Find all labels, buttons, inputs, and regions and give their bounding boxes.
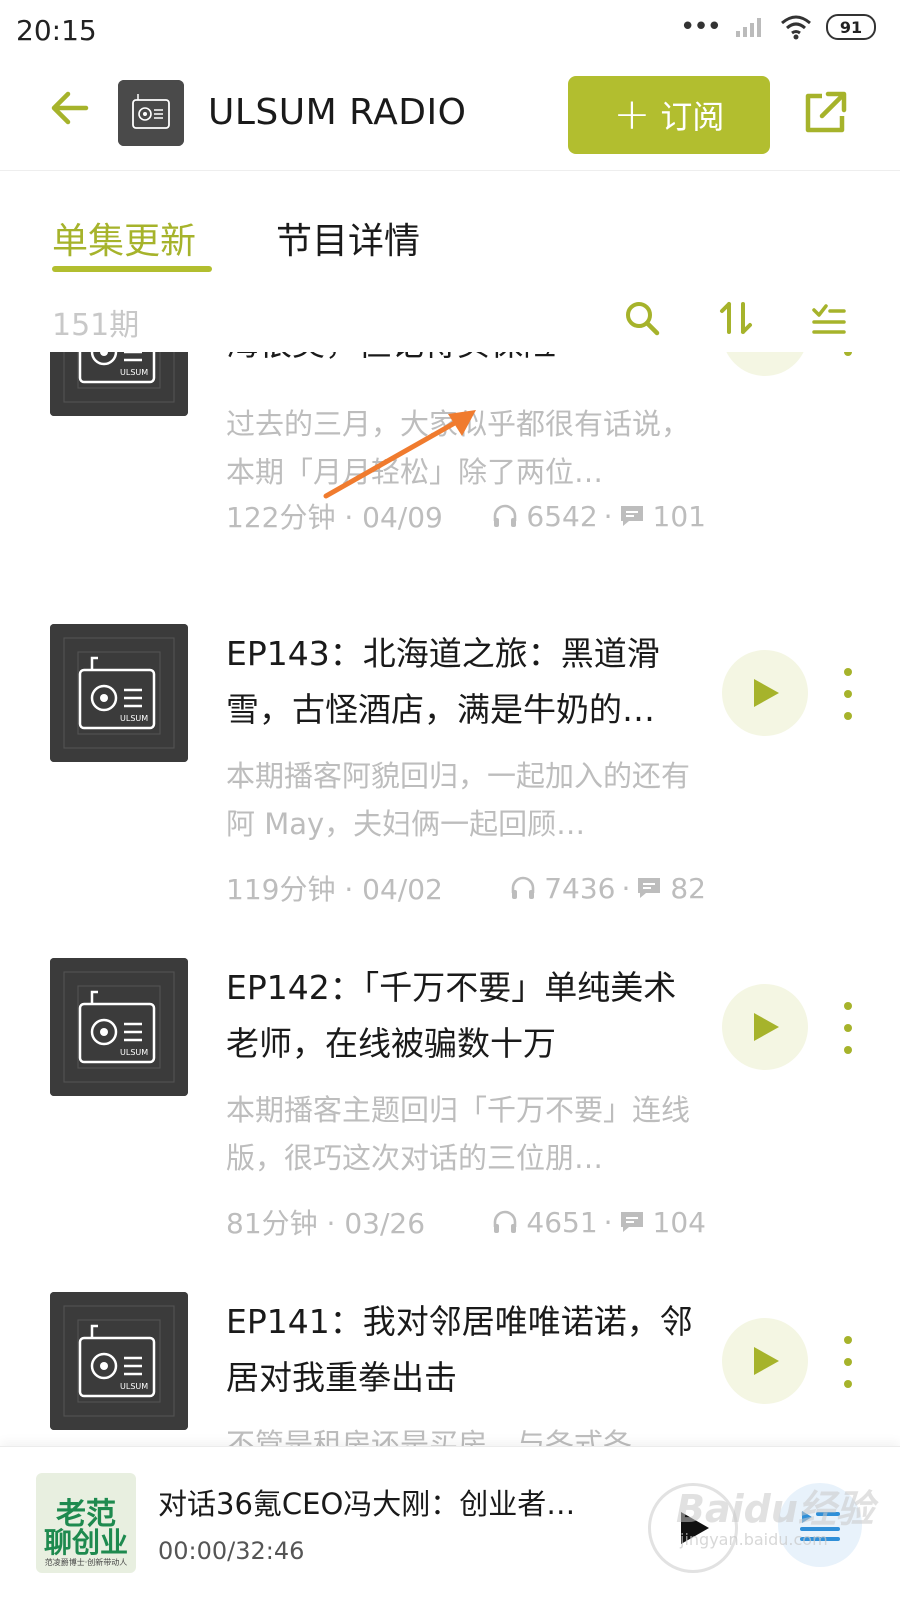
episode-title: 海很美，但记得买保险 <box>226 352 696 372</box>
tab-bar: 单集更新 节目详情 <box>0 170 900 280</box>
more-dots-icon: ••• <box>679 12 722 42</box>
status-bar: 20:15 ••• 91 <box>0 0 900 62</box>
battery-indicator: 91 <box>826 14 876 40</box>
episode-item[interactable]: ULSUM EP141：我对邻居唯唯诺诺，邻居对我重拳出击 不管是租房还是买房，… <box>0 1292 900 1446</box>
app-header: ULSUM RADIO + 订阅 <box>0 62 900 171</box>
episode-meta: 122分钟 · 04/09 6542 · 101 <box>226 496 706 536</box>
episode-description: 本期播客主题回归「千万不要」连线版，很巧这次对话的三位朋… <box>226 1093 691 1175</box>
share-external-icon[interactable] <box>800 88 850 138</box>
radio-icon: ULSUM <box>50 624 188 762</box>
wifi-icon <box>781 15 811 40</box>
tab-episodes[interactable]: 单集更新 <box>52 212 196 264</box>
radio-icon <box>118 80 184 146</box>
list-filter-icon[interactable] <box>808 298 848 338</box>
play-icon <box>754 679 779 707</box>
player-cover-caption: 范凌爵博士·创新带动人 <box>44 1558 128 1567</box>
episode-play-button[interactable] <box>722 1318 808 1404</box>
episode-duration-date: 81分钟 · 03/26 <box>226 1207 426 1240</box>
episode-comments: 101 <box>652 499 706 533</box>
episode-duration-date: 119分钟 · 04/02 <box>226 873 443 906</box>
comment-icon <box>620 506 643 526</box>
sort-icon[interactable] <box>716 298 756 338</box>
episode-count: 151期 <box>52 308 140 343</box>
search-icon[interactable] <box>622 298 662 338</box>
more-vertical-icon[interactable] <box>838 1336 858 1388</box>
svg-text:ULSUM: ULSUM <box>120 1048 148 1057</box>
episode-duration-date: 122分钟 · 04/09 <box>226 501 443 534</box>
episode-comments: 82 <box>670 871 706 905</box>
headphone-icon <box>511 876 535 899</box>
headphone-icon <box>494 504 517 527</box>
more-vertical-icon[interactable] <box>838 1002 858 1054</box>
play-icon <box>754 1347 779 1375</box>
play-icon <box>754 1013 779 1041</box>
radio-icon: ULSUM <box>50 958 188 1096</box>
svg-text:ULSUM: ULSUM <box>120 1382 148 1391</box>
episode-cover: ULSUM <box>50 352 188 416</box>
radio-icon: ULSUM <box>50 1292 188 1430</box>
episode-cover: ULSUM <box>50 1292 188 1430</box>
episode-cover: ULSUM <box>50 624 188 762</box>
podcast-title: ULSUM RADIO <box>208 92 467 133</box>
tab-active-indicator <box>52 266 212 272</box>
episode-plays: 4651 <box>526 1205 598 1239</box>
comment-icon <box>638 878 661 898</box>
radio-icon: ULSUM <box>50 352 188 416</box>
episode-list: ULSUM 海很美，但记得买保险 过去的三月，大家似乎都很有话说，本期「月月轻松… <box>0 352 900 1446</box>
signal-icon <box>736 18 761 37</box>
episode-item[interactable]: ULSUM 海很美，但记得买保险 过去的三月，大家似乎都很有话说，本期「月月轻松… <box>0 352 900 668</box>
svg-text:ULSUM: ULSUM <box>120 714 148 723</box>
episode-item[interactable]: ULSUM EP143：北海道之旅：黑道滑雪，古怪酒店，满是牛奶的… 本期播客阿… <box>0 624 900 964</box>
episode-title: EP142：「千万不要」单纯美术老师，在线被骗数十万 <box>226 968 677 1063</box>
svg-text:ULSUM: ULSUM <box>120 368 148 377</box>
more-vertical-icon[interactable] <box>838 668 858 720</box>
episode-plays: 6542 <box>526 499 598 533</box>
episode-toolbar: 151期 <box>0 290 900 350</box>
player-time: 00:00/32:46 <box>158 1537 305 1565</box>
episode-cover: ULSUM <box>50 958 188 1096</box>
subscribe-label: 订阅 <box>660 98 725 136</box>
episode-description: 不管是租房还是买房，与各式各… <box>226 1427 662 1446</box>
subscribe-button[interactable]: + 订阅 <box>568 76 770 154</box>
episode-meta: 81分钟 · 03/26 4651 · 104 <box>226 1202 706 1242</box>
plus-icon: + <box>613 89 651 140</box>
tab-details[interactable]: 节目详情 <box>276 212 420 264</box>
status-icons: ••• 91 <box>680 14 876 40</box>
watermark-logo: Baidu经验 <box>676 1487 874 1531</box>
episode-description: 本期播客阿貌回归，一起加入的还有阿 May，夫妇俩一起回顾… <box>226 759 691 841</box>
episode-meta: 119分钟 · 04/02 7436 · 82 <box>226 868 706 908</box>
player-title: 对话36氪CEO冯大刚：创业者… <box>158 1487 576 1521</box>
episode-play-button[interactable] <box>722 352 808 376</box>
episode-play-button[interactable] <box>722 984 808 1070</box>
podcast-cover <box>118 80 184 146</box>
player-cover-subtitle: 聊创业 <box>43 1526 128 1559</box>
player-cover: 老范 聊创业 范凌爵博士·创新带动人 <box>36 1473 136 1573</box>
episode-plays: 7436 <box>544 871 616 905</box>
episode-description: 过去的三月，大家似乎都很有话说，本期「月月轻松」除了两位… <box>226 407 691 489</box>
status-time: 20:15 <box>16 14 97 47</box>
comment-icon <box>620 1212 643 1232</box>
watermark-url: jingyan.baidu.com <box>680 1530 828 1549</box>
episode-title: EP141：我对邻居唯唯诺诺，邻居对我重拳出击 <box>226 1302 693 1397</box>
episode-title: EP143：北海道之旅：黑道滑雪，古怪酒店，满是牛奶的… <box>226 634 660 729</box>
episode-comments: 104 <box>652 1205 706 1239</box>
arrow-left-icon[interactable] <box>46 84 94 132</box>
headphone-icon <box>494 1210 517 1233</box>
episode-play-button[interactable] <box>722 650 808 736</box>
episode-item[interactable]: ULSUM EP142：「千万不要」单纯美术老师，在线被骗数十万 本期播客主题回… <box>0 958 900 1298</box>
more-vertical-icon[interactable] <box>838 352 858 356</box>
